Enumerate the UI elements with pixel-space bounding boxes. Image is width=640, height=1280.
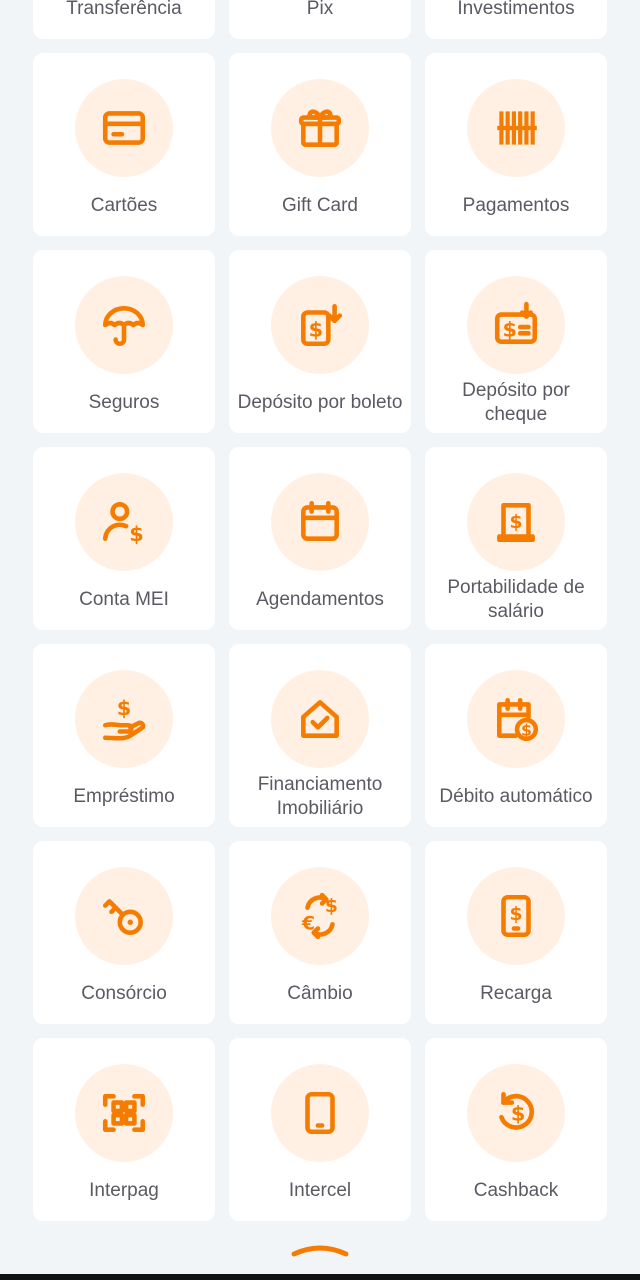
user-money-icon: $ bbox=[75, 473, 173, 571]
phone-money-icon: $ bbox=[467, 867, 565, 965]
service-tile[interactable]: $ Conta MEI bbox=[33, 447, 215, 630]
service-tile[interactable]: Pix bbox=[229, 0, 411, 39]
svg-text:$: $ bbox=[509, 512, 522, 533]
chevron-up-icon bbox=[291, 1245, 349, 1257]
calendar-icon bbox=[271, 473, 369, 571]
exchange-icon: $ € bbox=[271, 867, 369, 965]
service-tile[interactable]: Investimentos bbox=[425, 0, 607, 39]
service-label: Seguros bbox=[88, 392, 160, 413]
service-label: Depósito por boleto bbox=[237, 392, 403, 413]
service-tile[interactable]: Pagamentos bbox=[425, 53, 607, 236]
svg-text:$: $ bbox=[503, 317, 518, 341]
service-tile[interactable]: Agendamentos bbox=[229, 447, 411, 630]
service-label: Cartões bbox=[90, 195, 158, 216]
service-label: Recarga bbox=[480, 983, 552, 1004]
service-tile[interactable]: $ Depósito por boleto bbox=[229, 250, 411, 433]
service-tile[interactable]: Seguros bbox=[33, 250, 215, 433]
service-label: Cashback bbox=[473, 1180, 559, 1201]
cashback-icon: $ bbox=[467, 1064, 565, 1162]
barcode-icon bbox=[467, 79, 565, 177]
service-label: Débito automático bbox=[439, 786, 593, 807]
boleto-deposit-icon: $ bbox=[271, 276, 369, 374]
service-tile[interactable]: Consórcio bbox=[33, 841, 215, 1024]
svg-text:$: $ bbox=[117, 696, 132, 720]
service-tile[interactable]: Intercel bbox=[229, 1038, 411, 1221]
service-label: Investimentos bbox=[457, 0, 575, 19]
phone-icon bbox=[271, 1064, 369, 1162]
svg-text:$: $ bbox=[521, 722, 532, 740]
service-tile[interactable]: Transferência bbox=[33, 0, 215, 39]
umbrella-icon bbox=[75, 276, 173, 374]
services-grid: Transferência Pix Investimentos Cartões Gift… bbox=[33, 0, 608, 1221]
calendar-money-icon: $ bbox=[467, 670, 565, 768]
service-tile[interactable]: $ Débito automático bbox=[425, 644, 607, 827]
service-label: Pix bbox=[306, 0, 334, 19]
service-label: Interpag bbox=[89, 1180, 159, 1201]
hand-money-icon: $ bbox=[75, 670, 173, 768]
service-tile[interactable]: $ € Câmbio bbox=[229, 841, 411, 1024]
collapse-button[interactable] bbox=[290, 1238, 350, 1262]
svg-text:$: $ bbox=[129, 522, 144, 546]
qr-code-icon bbox=[75, 1064, 173, 1162]
service-tile[interactable]: Gift Card bbox=[229, 53, 411, 236]
key-icon bbox=[75, 867, 173, 965]
cheque-deposit-icon: $ bbox=[467, 276, 565, 374]
service-tile[interactable]: $ Empréstimo bbox=[33, 644, 215, 827]
service-tile[interactable]: $ Recarga bbox=[425, 841, 607, 1024]
svg-text:$: $ bbox=[509, 904, 522, 925]
service-label: Pagamentos bbox=[462, 195, 570, 216]
system-nav-bar bbox=[0, 1274, 640, 1280]
gift-icon bbox=[271, 79, 369, 177]
service-label: Intercel bbox=[288, 1180, 352, 1201]
service-label: Transferência bbox=[66, 0, 182, 19]
service-tile[interactable]: $ Cashback bbox=[425, 1038, 607, 1221]
service-label: Financiamento Imobiliário bbox=[257, 774, 383, 819]
service-tile[interactable]: $ Depósito por cheque bbox=[425, 250, 607, 433]
service-label: Agendamentos bbox=[256, 589, 384, 610]
service-label: Consórcio bbox=[81, 983, 167, 1004]
svg-text:$: $ bbox=[309, 317, 324, 341]
svg-text:$: $ bbox=[325, 896, 338, 917]
service-label: Depósito por cheque bbox=[462, 380, 570, 425]
service-label: Empréstimo bbox=[73, 786, 175, 807]
salary-document-icon: $ bbox=[467, 473, 565, 571]
service-label: Câmbio bbox=[287, 983, 353, 1004]
service-tile[interactable]: Financiamento Imobiliário bbox=[229, 644, 411, 827]
svg-text:$: $ bbox=[511, 1101, 525, 1125]
svg-text:€: € bbox=[301, 914, 315, 935]
service-tile[interactable]: Interpag bbox=[33, 1038, 215, 1221]
card-icon bbox=[75, 79, 173, 177]
service-label: Portabilidade de salário bbox=[447, 577, 585, 622]
service-tile[interactable]: $ Portabilidade de salário bbox=[425, 447, 607, 630]
house-check-icon bbox=[271, 670, 369, 768]
service-label: Conta MEI bbox=[79, 589, 169, 610]
service-tile[interactable]: Cartões bbox=[33, 53, 215, 236]
service-label: Gift Card bbox=[281, 195, 359, 216]
